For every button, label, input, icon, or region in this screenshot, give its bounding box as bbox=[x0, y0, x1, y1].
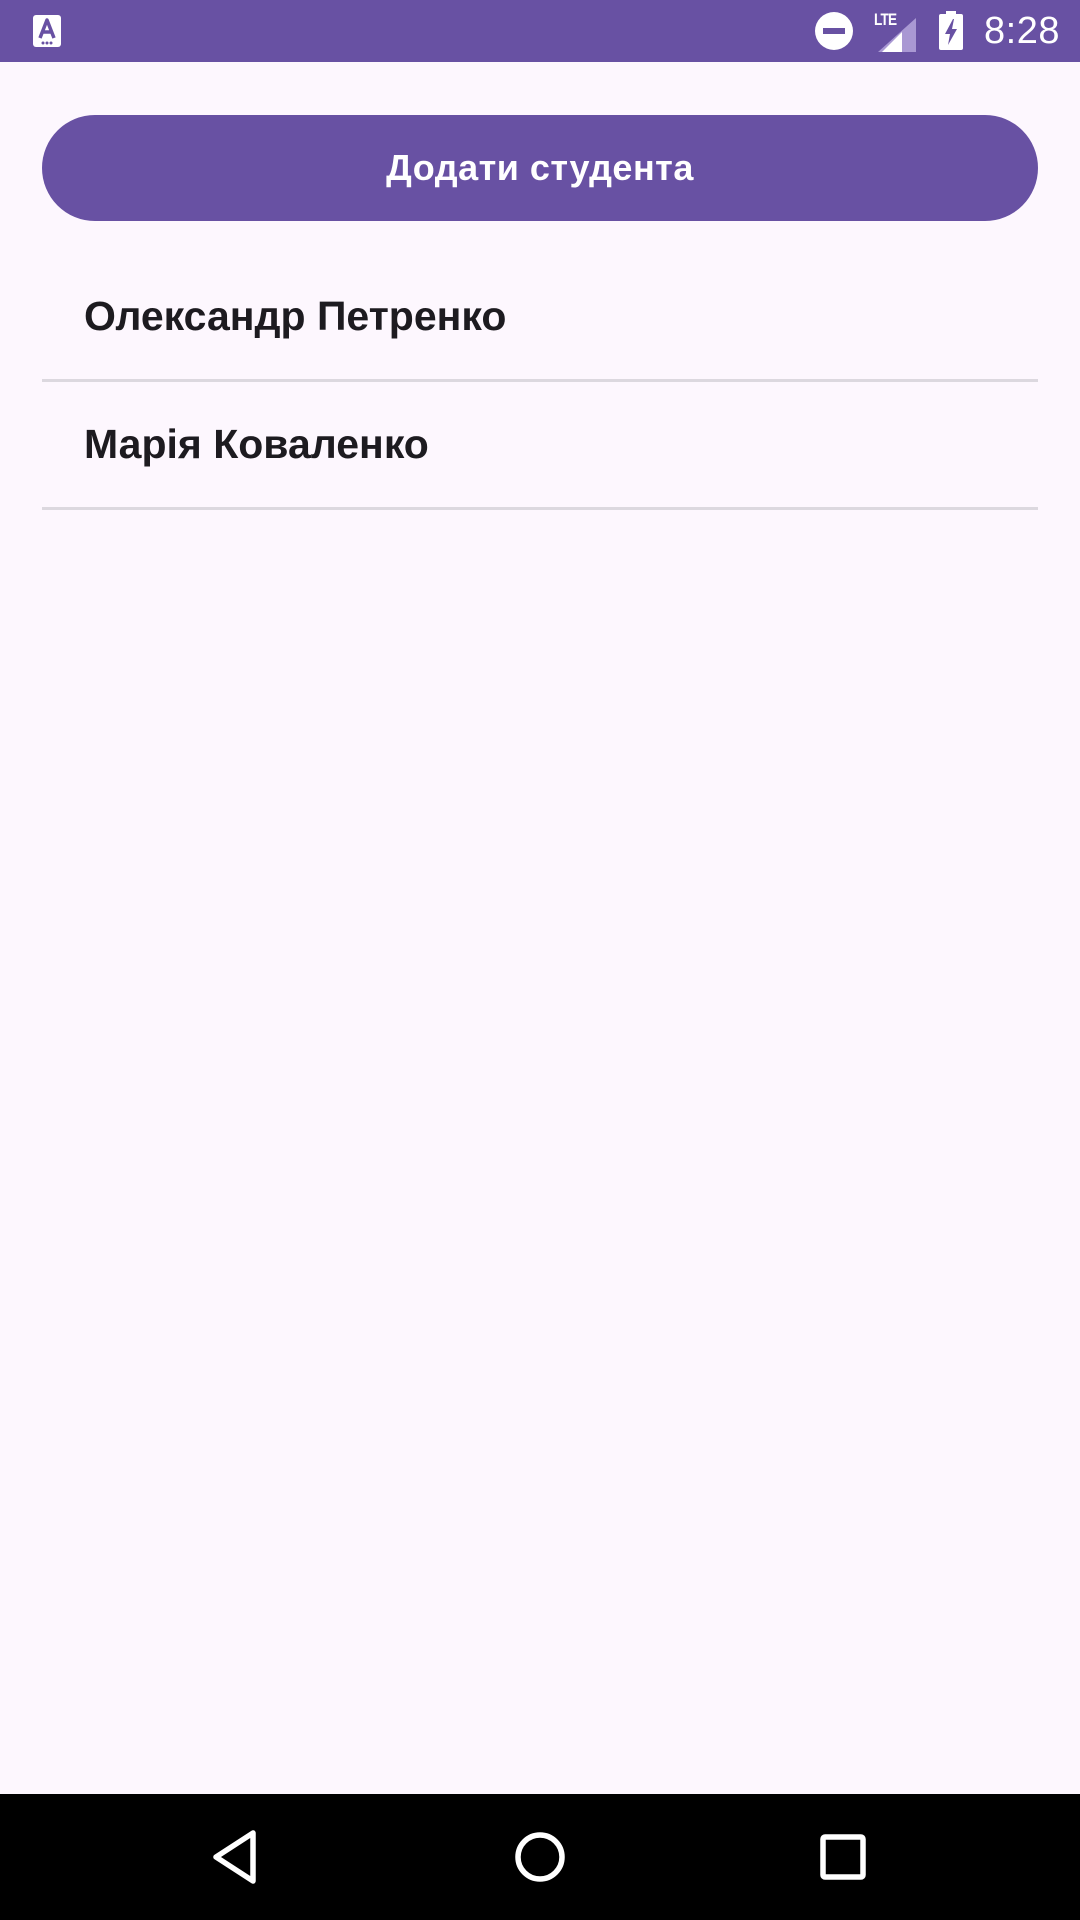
navigation-bar bbox=[0, 1794, 1080, 1920]
back-button[interactable] bbox=[203, 1824, 269, 1890]
student-list-item[interactable]: Олександр Петренко bbox=[42, 254, 1038, 382]
app-notification-icon bbox=[32, 14, 62, 48]
back-icon bbox=[213, 1830, 256, 1884]
clock: 8:28 bbox=[984, 9, 1060, 52]
recents-button[interactable] bbox=[810, 1824, 876, 1890]
app-screen: LTE 8:28 Додати студента Олександр Петре… bbox=[0, 0, 1080, 1920]
student-list-item[interactable]: Марія Коваленко bbox=[42, 382, 1038, 510]
recents-icon bbox=[820, 1834, 866, 1880]
home-icon bbox=[515, 1832, 565, 1882]
lte-signal-icon: LTE bbox=[874, 10, 917, 52]
status-bar: LTE 8:28 bbox=[0, 0, 1080, 62]
home-button[interactable] bbox=[507, 1824, 573, 1890]
battery-charging-icon bbox=[938, 11, 964, 51]
student-list: Олександр Петренко Марія Коваленко bbox=[42, 254, 1038, 510]
do-not-disturb-icon bbox=[814, 11, 854, 51]
status-icons: LTE 8:28 bbox=[814, 0, 1060, 62]
student-name: Олександр Петренко bbox=[84, 293, 507, 339]
add-student-button[interactable]: Додати студента bbox=[42, 115, 1038, 221]
student-name: Марія Коваленко bbox=[84, 421, 429, 467]
